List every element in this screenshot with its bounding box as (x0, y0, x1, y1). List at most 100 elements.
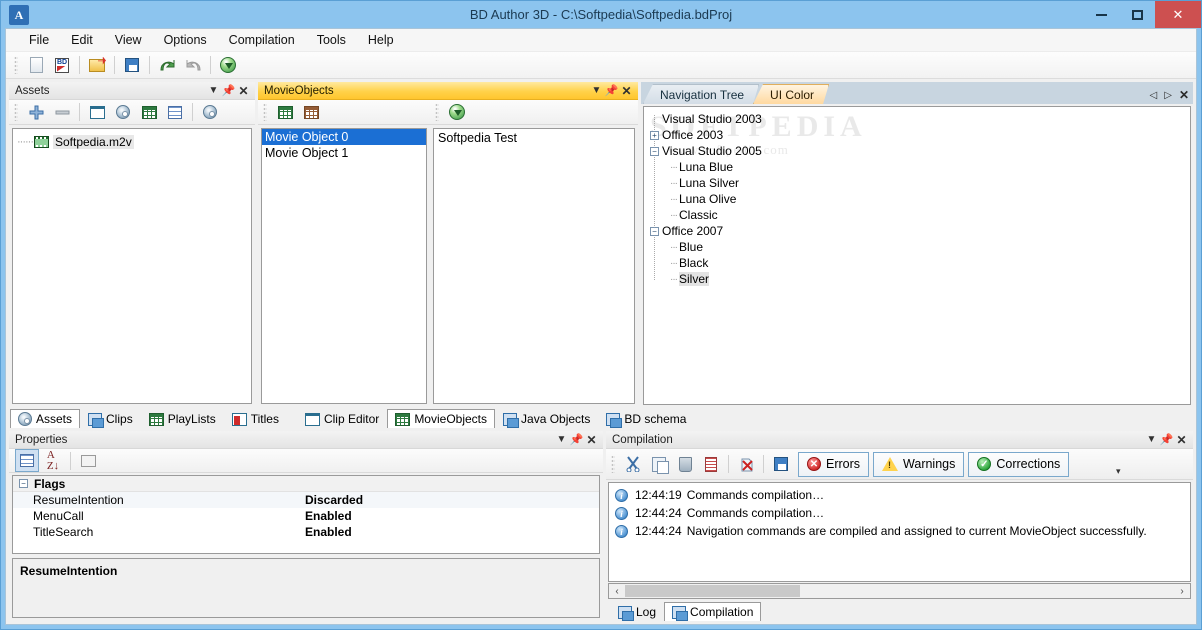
tree-item-classic[interactable]: ··· Classic (650, 207, 1190, 223)
property-value[interactable]: Enabled (305, 509, 352, 523)
categorized-view-button[interactable] (15, 449, 39, 472)
add-subtitle-button[interactable] (137, 101, 161, 124)
tab-clips[interactable]: Clips (80, 409, 141, 428)
remove-movieobject-button[interactable] (299, 101, 323, 124)
tab-playlists[interactable]: PlayLists (141, 409, 224, 428)
save-log-button[interactable] (769, 453, 793, 476)
movieobjects-menu-button[interactable]: ▼ (589, 83, 604, 98)
tree-item-luna-blue[interactable]: ··· Luna Blue (650, 159, 1190, 175)
movieobjects-list[interactable]: Movie Object 0 Movie Object 1 (261, 128, 427, 404)
new-bd-project-button[interactable] (50, 54, 74, 77)
ui-color-tree[interactable]: SOFTPEDIA www.softpedia.com · Visual Stu… (643, 106, 1191, 405)
scroll-track[interactable] (625, 584, 1174, 598)
minimize-button[interactable] (1083, 1, 1119, 28)
filter-corrections-button[interactable]: ✓ Corrections (968, 451, 1070, 477)
properties-pin-button[interactable]: 📌 (569, 432, 584, 447)
expand-plus-icon[interactable]: + (650, 130, 659, 140)
tree-item-visual-studio-2005[interactable]: − Visual Studio 2005 (650, 143, 1190, 159)
list-item[interactable]: Movie Object 0 (262, 129, 426, 145)
property-value[interactable]: Enabled (305, 525, 352, 539)
property-pages-button[interactable] (76, 449, 100, 472)
list-item[interactable]: Movie Object 1 (262, 145, 426, 161)
menu-edit[interactable]: Edit (60, 30, 104, 50)
copy-button[interactable] (647, 453, 671, 476)
nav-panel-close-icon[interactable]: ✕ (1179, 88, 1189, 102)
assets-pin-button[interactable]: 📌 (221, 83, 236, 98)
scroll-thumb[interactable] (625, 585, 800, 597)
tree-item-blue[interactable]: ··· Blue (650, 239, 1190, 255)
tree-item-black[interactable]: ··· Black (650, 255, 1190, 271)
burn-disc-button[interactable] (198, 101, 222, 124)
compile-button[interactable] (216, 54, 240, 77)
movieobjects-toolbar-grip[interactable] (263, 103, 267, 121)
menu-file[interactable]: File (18, 30, 60, 50)
tab-compilation[interactable]: Compilation (664, 602, 762, 621)
add-audio-button[interactable] (111, 101, 135, 124)
collapse-minus-icon[interactable]: − (19, 479, 28, 488)
tree-item-office-2007[interactable]: − Office 2007 (650, 223, 1190, 239)
compilation-pin-button[interactable]: 📌 (1159, 432, 1174, 447)
open-project-button[interactable] (85, 54, 109, 77)
tree-item-office-2003[interactable]: + Office 2003 (650, 127, 1190, 143)
save-project-button[interactable] (120, 54, 144, 77)
alphabetical-sort-button[interactable]: A Z↓ (41, 449, 65, 472)
tree-item-silver[interactable]: ··· Silver (650, 271, 1190, 287)
remove-asset-button[interactable] (50, 101, 74, 124)
add-video-button[interactable] (85, 101, 109, 124)
tab-ui-color[interactable]: UI Color (753, 84, 829, 104)
compilation-close-button[interactable]: ✕ (1174, 432, 1189, 447)
menu-options[interactable]: Options (153, 30, 218, 50)
menu-tools[interactable]: Tools (306, 30, 357, 50)
new-project-button[interactable] (24, 54, 48, 77)
property-category-row[interactable]: − Flags (13, 476, 599, 492)
collapse-minus-icon[interactable]: − (650, 226, 659, 236)
assets-tree[interactable]: ······ Softpedia.m2v (12, 128, 252, 404)
assets-menu-button[interactable]: ▼ (206, 83, 221, 98)
compilation-horizontal-scrollbar[interactable]: ‹ › (608, 583, 1191, 599)
tab-java-objects[interactable]: Java Objects (495, 409, 598, 428)
delete-button[interactable] (673, 453, 697, 476)
assets-close-button[interactable]: ✕ (236, 83, 251, 98)
select-all-button[interactable] (699, 453, 723, 476)
scroll-left-icon[interactable]: ‹ (609, 586, 625, 597)
tree-item[interactable]: ······ Softpedia.m2v (13, 133, 251, 150)
tab-bd-schema[interactable]: BD schema (598, 409, 694, 428)
close-button[interactable]: ✕ (1155, 1, 1201, 28)
tab-navigation-tree[interactable]: Navigation Tree (643, 84, 759, 104)
menu-help[interactable]: Help (357, 30, 405, 50)
asset-properties-button[interactable] (163, 101, 187, 124)
log-row[interactable]: i 12:44:24 Navigation commands are compi… (609, 522, 1190, 540)
properties-grid[interactable]: − Flags ResumeIntention Discarded MenuCa… (12, 475, 600, 554)
scroll-right-icon[interactable]: › (1174, 586, 1190, 597)
tab-movieobjects[interactable]: MovieObjects (387, 409, 496, 428)
add-movieobject-button[interactable] (273, 101, 297, 124)
compilation-menu-button[interactable]: ▼ (1144, 432, 1159, 447)
tab-prev-icon[interactable]: ◁ (1150, 90, 1158, 101)
clear-log-button[interactable] (734, 453, 758, 476)
tab-clip-editor[interactable]: Clip Editor (297, 409, 387, 428)
tab-titles[interactable]: Titles (224, 409, 287, 428)
undo-button[interactable] (155, 54, 179, 77)
cut-button[interactable] (621, 453, 645, 476)
add-asset-button[interactable] (24, 101, 48, 124)
collapse-minus-icon[interactable]: − (650, 146, 659, 156)
properties-close-button[interactable]: ✕ (584, 432, 599, 447)
tab-log[interactable]: Log (610, 602, 664, 621)
property-row[interactable]: ResumeIntention Discarded (13, 492, 599, 508)
menu-compilation[interactable]: Compilation (218, 30, 306, 50)
assets-toolbar-grip[interactable] (14, 103, 18, 121)
compilation-log-list[interactable]: i 12:44:19 Commands compilation… i 12:44… (608, 482, 1191, 582)
properties-menu-button[interactable]: ▼ (554, 432, 569, 447)
movieobjects-pin-button[interactable]: 📌 (604, 83, 619, 98)
menu-view[interactable]: View (104, 30, 153, 50)
tree-item-visual-studio-2003[interactable]: · Visual Studio 2003 (650, 111, 1190, 127)
compile-commands-button[interactable] (445, 101, 469, 124)
toolbar-overflow-button[interactable]: ▾ (1109, 452, 1127, 477)
filter-errors-button[interactable]: ✕ Errors (798, 451, 870, 477)
redo-button[interactable] (181, 54, 205, 77)
tree-item-luna-silver[interactable]: ··· Luna Silver (650, 175, 1190, 191)
movieobjects-close-button[interactable]: ✕ (619, 83, 634, 98)
movieobjects-detail[interactable]: Softpedia Test (433, 128, 635, 404)
property-value[interactable]: Discarded (305, 493, 363, 507)
toolbar-grip[interactable] (14, 56, 18, 74)
